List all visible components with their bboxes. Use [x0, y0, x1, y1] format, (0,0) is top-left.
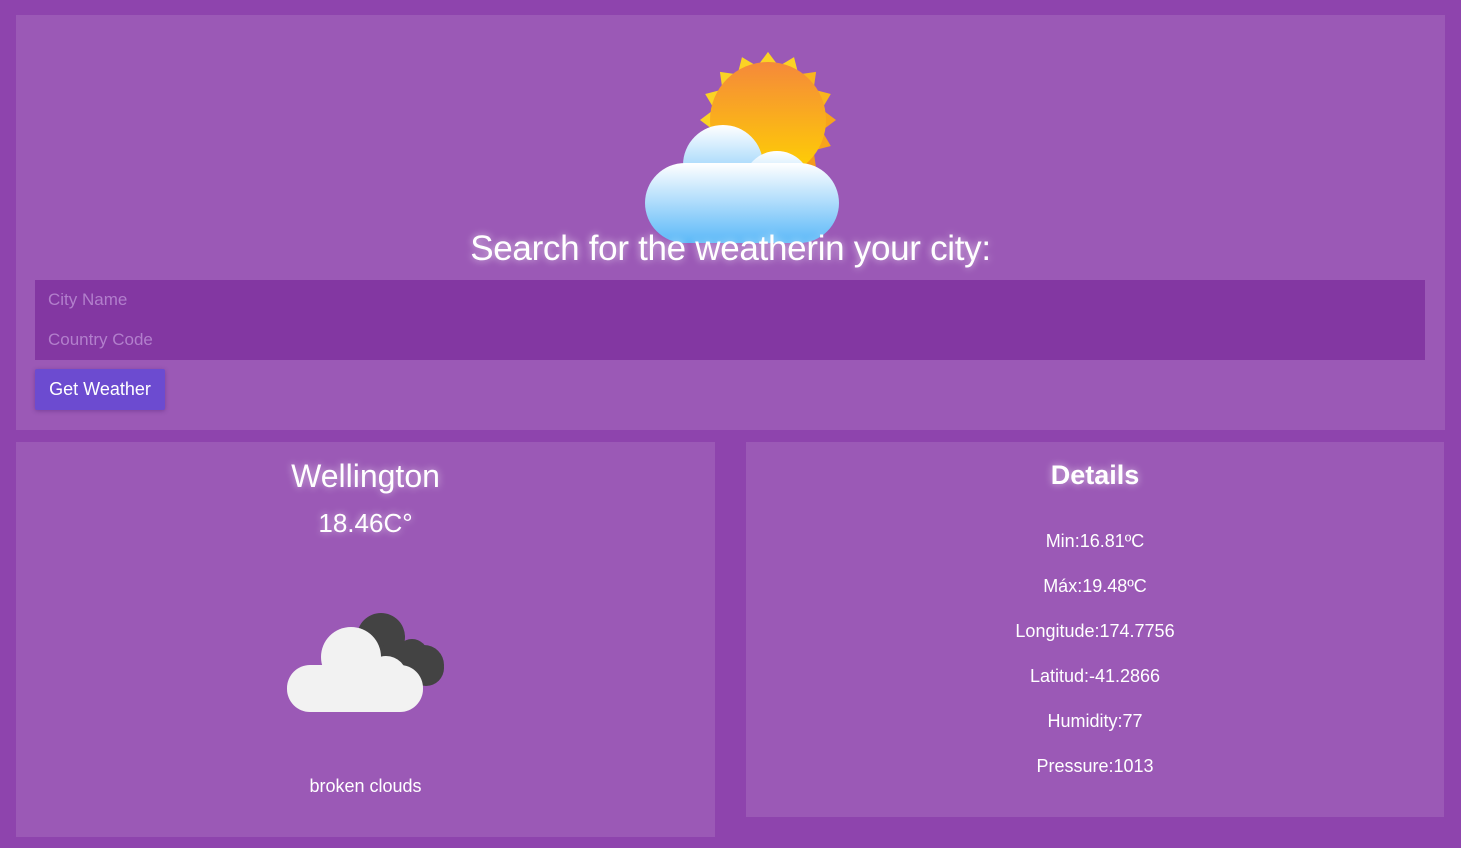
temperature: 18.46C° [318, 508, 413, 538]
latitude: Latitud:-41.2866 [1029, 666, 1161, 686]
weather-description: broken clouds [309, 776, 422, 796]
broken-clouds-icon [287, 613, 444, 712]
current-weather-card: Wellington 18.46C° broken clouds [16, 442, 715, 837]
city-name: Wellington [291, 458, 440, 494]
get-weather-button[interactable]: Get Weather [35, 369, 165, 410]
search-card: Search for the weatherin your city: Get … [16, 15, 1445, 430]
details-title: Details [1050, 460, 1140, 490]
city-name-input[interactable] [35, 280, 1425, 320]
longitude: Longitude:174.7756 [1015, 621, 1175, 641]
humidity: Humidity:77 [1047, 711, 1143, 731]
sun-behind-cloud-icon [645, 52, 839, 243]
details-card: Details Min:16.81ºC Máx:19.48ºC Longitud… [746, 442, 1444, 817]
search-title: Search for the weatherin your city: [470, 229, 991, 268]
country-code-input[interactable] [35, 320, 1425, 360]
max-temperature: Máx:19.48ºC [1043, 576, 1147, 596]
pressure: Pressure:1013 [1036, 756, 1154, 776]
min-temperature: Min:16.81ºC [1045, 531, 1145, 551]
